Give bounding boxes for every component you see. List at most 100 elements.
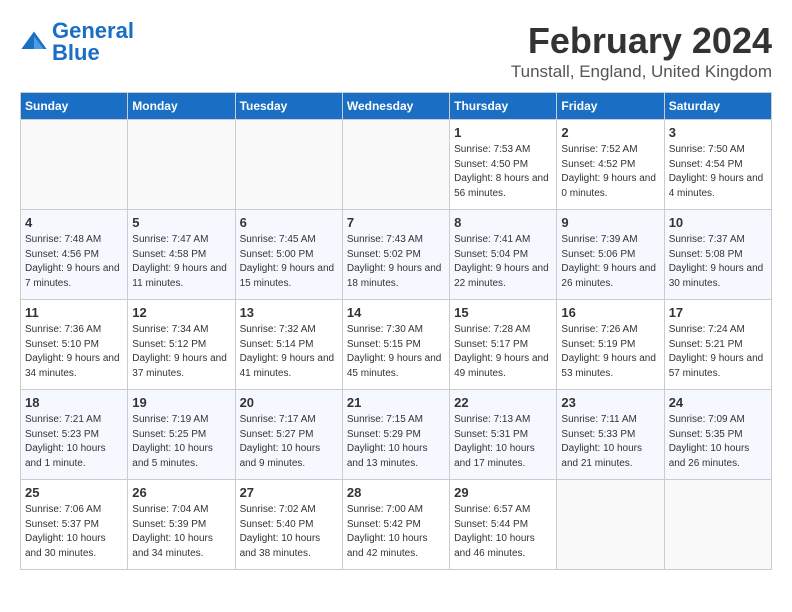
day-number: 21 xyxy=(347,395,445,410)
weekday-header-saturday: Saturday xyxy=(664,93,771,120)
day-number: 13 xyxy=(240,305,338,320)
day-detail: Sunrise: 7:34 AMSunset: 5:12 PMDaylight:… xyxy=(132,323,230,381)
calendar-cell: 27 Sunrise: 7:02 AMSunset: 5:40 PMDayligh… xyxy=(235,480,342,570)
day-detail: Sunrise: 7:24 AMSunset: 5:21 PMDaylight:… xyxy=(669,323,767,381)
calendar-cell: 15Sunrise: 7:28 AMSunset: 5:17 PMDayligh… xyxy=(450,300,557,390)
calendar-cell: 10Sunrise: 7:37 AMSunset: 5:08 PMDayligh… xyxy=(664,210,771,300)
calendar-cell: 28 Sunrise: 7:00 AMSunset: 5:42 PMDayligh… xyxy=(342,480,449,570)
calendar-cell: 5Sunrise: 7:47 AMSunset: 4:58 PMDaylight… xyxy=(128,210,235,300)
day-detail: Sunrise: 7:41 AMSunset: 5:04 PMDaylight:… xyxy=(454,233,552,291)
day-detail: Sunrise: 7:26 AMSunset: 5:19 PMDaylight:… xyxy=(561,323,659,381)
day-number: 11 xyxy=(25,305,123,320)
day-number: 29 xyxy=(454,485,552,500)
calendar-cell: 3 Sunrise: 7:50 AMSunset: 4:54 PMDaylight… xyxy=(664,120,771,210)
day-number: 1 xyxy=(454,125,552,140)
calendar-cell: 22 Sunrise: 7:13 AMSunset: 5:31 PMDayligh… xyxy=(450,390,557,480)
calendar-cell: 18 Sunrise: 7:21 AMSunset: 5:23 PMDayligh… xyxy=(21,390,128,480)
calendar-cell: 8 Sunrise: 7:41 AMSunset: 5:04 PMDaylight… xyxy=(450,210,557,300)
calendar-cell: 19 Sunrise: 7:19 AMSunset: 5:25 PMDayligh… xyxy=(128,390,235,480)
calendar-cell: 1 Sunrise: 7:53 AMSunset: 4:50 PMDaylight… xyxy=(450,120,557,210)
logo-blue: Blue xyxy=(52,40,100,65)
day-number: 23 xyxy=(561,395,659,410)
day-number: 18 xyxy=(25,395,123,410)
day-detail: Sunrise: 7:48 AMSunset: 4:56 PMDaylight:… xyxy=(25,233,123,291)
day-detail: Sunrise: 7:04 AMSunset: 5:39 PMDaylight:… xyxy=(132,503,230,561)
calendar-cell: 24 Sunrise: 7:09 AMSunset: 5:35 PMDayligh… xyxy=(664,390,771,480)
weekday-header-row: SundayMondayTuesdayWednesdayThursdayFrid… xyxy=(21,93,772,120)
month-year-title: February 2024 xyxy=(511,20,772,62)
day-detail: Sunrise: 7:21 AMSunset: 5:23 PMDaylight:… xyxy=(25,413,123,471)
calendar-cell: 25 Sunrise: 7:06 AMSunset: 5:37 PMDayligh… xyxy=(21,480,128,570)
day-number: 5 xyxy=(132,215,230,230)
logo-icon xyxy=(20,28,48,56)
calendar-cell: 29 Sunrise: 6:57 AMSunset: 5:44 PMDayligh… xyxy=(450,480,557,570)
day-detail: Sunrise: 7:50 AMSunset: 4:54 PMDaylight:… xyxy=(669,143,767,201)
calendar-cell: 20 Sunrise: 7:17 AMSunset: 5:27 PMDayligh… xyxy=(235,390,342,480)
day-detail: Sunrise: 6:57 AMSunset: 5:44 PMDaylight:… xyxy=(454,503,552,561)
calendar-cell: 17Sunrise: 7:24 AMSunset: 5:21 PMDayligh… xyxy=(664,300,771,390)
location-subtitle: Tunstall, England, United Kingdom xyxy=(511,62,772,82)
day-detail: Sunrise: 7:45 AMSunset: 5:00 PMDaylight:… xyxy=(240,233,338,291)
calendar-cell: 6 Sunrise: 7:45 AMSunset: 5:00 PMDaylight… xyxy=(235,210,342,300)
day-number: 9 xyxy=(561,215,659,230)
calendar-cell: 11 Sunrise: 7:36 AMSunset: 5:10 PMDayligh… xyxy=(21,300,128,390)
day-detail: Sunrise: 7:52 AMSunset: 4:52 PMDaylight:… xyxy=(561,143,659,201)
day-detail: Sunrise: 7:06 AMSunset: 5:37 PMDaylight:… xyxy=(25,503,123,561)
calendar-cell xyxy=(557,480,664,570)
calendar-week-row: 25 Sunrise: 7:06 AMSunset: 5:37 PMDayligh… xyxy=(21,480,772,570)
day-number: 19 xyxy=(132,395,230,410)
day-number: 22 xyxy=(454,395,552,410)
calendar-cell xyxy=(342,120,449,210)
day-number: 2 xyxy=(561,125,659,140)
weekday-header-monday: Monday xyxy=(128,93,235,120)
day-detail: Sunrise: 7:15 AMSunset: 5:29 PMDaylight:… xyxy=(347,413,445,471)
calendar-cell: 7Sunrise: 7:43 AMSunset: 5:02 PMDaylight… xyxy=(342,210,449,300)
day-detail: Sunrise: 7:11 AMSunset: 5:33 PMDaylight:… xyxy=(561,413,659,471)
day-number: 6 xyxy=(240,215,338,230)
weekday-header-thursday: Thursday xyxy=(450,93,557,120)
page-header: General Blue February 2024 Tunstall, Eng… xyxy=(20,20,772,82)
calendar-cell: 26 Sunrise: 7:04 AMSunset: 5:39 PMDayligh… xyxy=(128,480,235,570)
weekday-header-wednesday: Wednesday xyxy=(342,93,449,120)
day-detail: Sunrise: 7:13 AMSunset: 5:31 PMDaylight:… xyxy=(454,413,552,471)
calendar-week-row: 18 Sunrise: 7:21 AMSunset: 5:23 PMDayligh… xyxy=(21,390,772,480)
day-number: 15 xyxy=(454,305,552,320)
calendar-cell xyxy=(21,120,128,210)
day-number: 20 xyxy=(240,395,338,410)
calendar-cell: 14Sunrise: 7:30 AMSunset: 5:15 PMDayligh… xyxy=(342,300,449,390)
day-detail: Sunrise: 7:32 AMSunset: 5:14 PMDaylight:… xyxy=(240,323,338,381)
day-number: 3 xyxy=(669,125,767,140)
calendar-cell: 16 Sunrise: 7:26 AMSunset: 5:19 PMDayligh… xyxy=(557,300,664,390)
day-detail: Sunrise: 7:09 AMSunset: 5:35 PMDaylight:… xyxy=(669,413,767,471)
day-detail: Sunrise: 7:30 AMSunset: 5:15 PMDaylight:… xyxy=(347,323,445,381)
day-number: 25 xyxy=(25,485,123,500)
weekday-header-tuesday: Tuesday xyxy=(235,93,342,120)
day-detail: Sunrise: 7:17 AMSunset: 5:27 PMDaylight:… xyxy=(240,413,338,471)
calendar-week-row: 11 Sunrise: 7:36 AMSunset: 5:10 PMDayligh… xyxy=(21,300,772,390)
calendar-cell: 13 Sunrise: 7:32 AMSunset: 5:14 PMDayligh… xyxy=(235,300,342,390)
day-detail: Sunrise: 7:36 AMSunset: 5:10 PMDaylight:… xyxy=(25,323,123,381)
calendar-cell xyxy=(128,120,235,210)
calendar-cell: 12Sunrise: 7:34 AMSunset: 5:12 PMDayligh… xyxy=(128,300,235,390)
day-detail: Sunrise: 7:53 AMSunset: 4:50 PMDaylight:… xyxy=(454,143,552,201)
day-number: 28 xyxy=(347,485,445,500)
calendar-cell: 21 Sunrise: 7:15 AMSunset: 5:29 PMDayligh… xyxy=(342,390,449,480)
calendar-cell: 4 Sunrise: 7:48 AMSunset: 4:56 PMDaylight… xyxy=(21,210,128,300)
day-detail: Sunrise: 7:00 AMSunset: 5:42 PMDaylight:… xyxy=(347,503,445,561)
day-detail: Sunrise: 7:19 AMSunset: 5:25 PMDaylight:… xyxy=(132,413,230,471)
calendar-table: SundayMondayTuesdayWednesdayThursdayFrid… xyxy=(20,92,772,570)
day-detail: Sunrise: 7:39 AMSunset: 5:06 PMDaylight:… xyxy=(561,233,659,291)
day-number: 24 xyxy=(669,395,767,410)
day-detail: Sunrise: 7:02 AMSunset: 5:40 PMDaylight:… xyxy=(240,503,338,561)
day-number: 4 xyxy=(25,215,123,230)
title-block: February 2024 Tunstall, England, United … xyxy=(511,20,772,82)
day-number: 26 xyxy=(132,485,230,500)
day-number: 16 xyxy=(561,305,659,320)
day-number: 27 xyxy=(240,485,338,500)
calendar-cell xyxy=(235,120,342,210)
calendar-week-row: 4 Sunrise: 7:48 AMSunset: 4:56 PMDaylight… xyxy=(21,210,772,300)
day-number: 7 xyxy=(347,215,445,230)
day-number: 8 xyxy=(454,215,552,230)
calendar-cell: 9 Sunrise: 7:39 AMSunset: 5:06 PMDaylight… xyxy=(557,210,664,300)
calendar-week-row: 1 Sunrise: 7:53 AMSunset: 4:50 PMDaylight… xyxy=(21,120,772,210)
